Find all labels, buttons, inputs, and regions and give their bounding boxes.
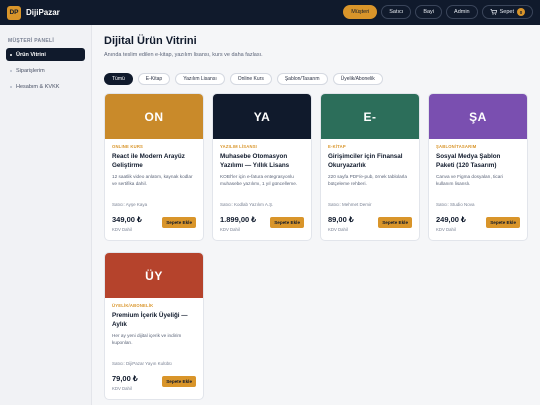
product-thumbnail: E- — [321, 94, 419, 139]
nav-admin-button[interactable]: Admin — [446, 5, 478, 19]
product-vat-note: KDV Dahil — [220, 227, 240, 232]
product-seller: Satıcı: Kodlab Yazılım A.Ş. — [220, 202, 274, 207]
filter-online-kurs[interactable]: Online Kurs — [229, 73, 272, 85]
page-title: Dijital Ürün Vitrini — [104, 35, 197, 47]
nav-satici-button[interactable]: Satıcı — [381, 5, 412, 19]
product-thumbnail: ŞA — [429, 94, 527, 139]
product-seller: Satıcı: Studio Nova — [436, 202, 475, 207]
product-price: 1.899,00 ₺ — [220, 215, 257, 224]
sidebar-item-siparislerim[interactable]: Siparişlerim — [6, 64, 85, 77]
sidebar-item-hesabim[interactable]: Hesabım & KVKK — [6, 80, 85, 93]
filter-uyelik-abonelik[interactable]: Üyelik/Abonelik — [332, 73, 383, 85]
brand-name[interactable]: DijiPazar — [26, 8, 60, 17]
category-filters: Tümü E-Kitap Yazılım Lisansı Online Kurs… — [104, 73, 383, 85]
product-description: KOBİ'ler için e-fatura entegrasyonlu muh… — [220, 174, 298, 186]
product-card[interactable]: YA YAZILIM LİSANSI Muhasebe Otomasyon Ya… — [212, 93, 312, 241]
add-to-cart-button[interactable]: Sepete Ekle — [486, 217, 520, 228]
brand-logo[interactable]: DP — [7, 5, 21, 20]
product-card[interactable]: ON ONLINE KURS React ile Modern Arayüz G… — [104, 93, 204, 241]
product-category: YAZILIM LİSANSI — [220, 144, 258, 149]
product-vat-note: KDV Dahil — [112, 227, 132, 232]
product-seller: Satıcı: Ayşe Kaya — [112, 202, 148, 207]
cart-icon — [490, 9, 497, 15]
add-to-cart-button[interactable]: Sepete Ekle — [378, 217, 412, 228]
filter-yazilim-lisansi[interactable]: Yazılım Lisansı — [175, 73, 225, 85]
product-seller: Satıcı: DijiPazar Yayın Kulübü — [112, 361, 172, 366]
product-category: ŞABLON/TASARIM — [436, 144, 477, 149]
add-to-cart-button[interactable]: Sepete Ekle — [270, 217, 304, 228]
product-title[interactable]: Premium İçerik Üyeliği — Aylık — [112, 312, 196, 329]
product-seller: Satıcı: Mehmet Demir — [328, 202, 372, 207]
page-subtitle: Anında teslim edilen e-kitap, yazılım li… — [104, 52, 263, 58]
product-price: 89,00 ₺ — [328, 215, 354, 224]
role-nav: Müşteri Satıcı Bayi Admin Sepet 0 — [343, 5, 533, 19]
product-category: ONLINE KURS — [112, 144, 144, 149]
product-card[interactable]: ŞA ŞABLON/TASARIM Sosyal Medya Şablon Pa… — [428, 93, 528, 241]
product-card[interactable]: ÜY ÜYELİK/ABONELİK Premium İçerik Üyeliğ… — [104, 252, 204, 400]
nav-bayi-button[interactable]: Bayi — [415, 5, 443, 19]
cart-count-badge: 0 — [517, 8, 525, 16]
product-category: E-KİTAP — [328, 144, 346, 149]
product-thumbnail: ON — [105, 94, 203, 139]
product-description: 220 sayfa PDF/e-pub, örnek tablolarla bü… — [328, 174, 407, 186]
add-to-cart-button[interactable]: Sepete Ekle — [162, 217, 196, 228]
product-thumbnail: YA — [213, 94, 311, 139]
product-category: ÜYELİK/ABONELİK — [112, 303, 154, 308]
product-description: Canva ve Figma dosyaları, ticari kullanı… — [436, 174, 503, 186]
product-price: 79,00 ₺ — [112, 374, 138, 383]
bullet-icon — [10, 85, 12, 88]
product-card[interactable]: E- E-KİTAP Girişimciler için Finansal Ok… — [320, 93, 420, 241]
product-vat-note: KDV Dahil — [328, 227, 348, 232]
filter-e-kitap[interactable]: E-Kitap — [137, 73, 171, 85]
product-title[interactable]: Girişimciler için Finansal Okuryazarlık — [328, 153, 412, 170]
product-vat-note: KDV Dahil — [112, 386, 132, 391]
sidebar-item-label: Siparişlerim — [16, 67, 45, 74]
add-to-cart-button[interactable]: Sepete Ekle — [162, 376, 196, 387]
cart-button[interactable]: Sepet 0 — [481, 5, 533, 19]
bullet-icon — [10, 53, 12, 56]
product-vat-note: KDV Dahil — [436, 227, 456, 232]
top-bar: DP DijiPazar Müşteri Satıcı Bayi Admin S… — [0, 0, 540, 25]
filter-tumu[interactable]: Tümü — [104, 73, 133, 85]
product-thumbnail: ÜY — [105, 253, 203, 298]
product-title[interactable]: React ile Modern Arayüz Geliştirme — [112, 153, 196, 170]
product-title[interactable]: Muhasebe Otomasyon Yazılımı — Yıllık Lis… — [220, 153, 304, 170]
cart-label: Sepet — [499, 9, 514, 15]
product-price: 349,00 ₺ — [112, 215, 142, 224]
sidebar-title: MÜŞTERİ PANELİ — [8, 38, 55, 44]
sidebar-item-urun-vitrini[interactable]: Ürün Vitrini — [6, 48, 85, 61]
product-title[interactable]: Sosyal Medya Şablon Paketi (120 Tasarım) — [436, 153, 520, 170]
product-description: Her ay yeni dijital içerik ve indirim ku… — [112, 333, 182, 345]
product-description: 12 saatlik video anlatım, kaynak kodlar … — [112, 174, 193, 186]
bullet-icon — [10, 69, 12, 72]
sidebar: MÜŞTERİ PANELİ Ürün Vitrini Siparişlerim… — [0, 25, 92, 405]
product-price: 249,00 ₺ — [436, 215, 466, 224]
sidebar-item-label: Hesabım & KVKK — [16, 83, 60, 90]
sidebar-item-label: Ürün Vitrini — [16, 51, 46, 58]
filter-sablon-tasarim[interactable]: Şablon/Tasarım — [276, 73, 328, 85]
nav-musteri-button[interactable]: Müşteri — [343, 5, 378, 19]
